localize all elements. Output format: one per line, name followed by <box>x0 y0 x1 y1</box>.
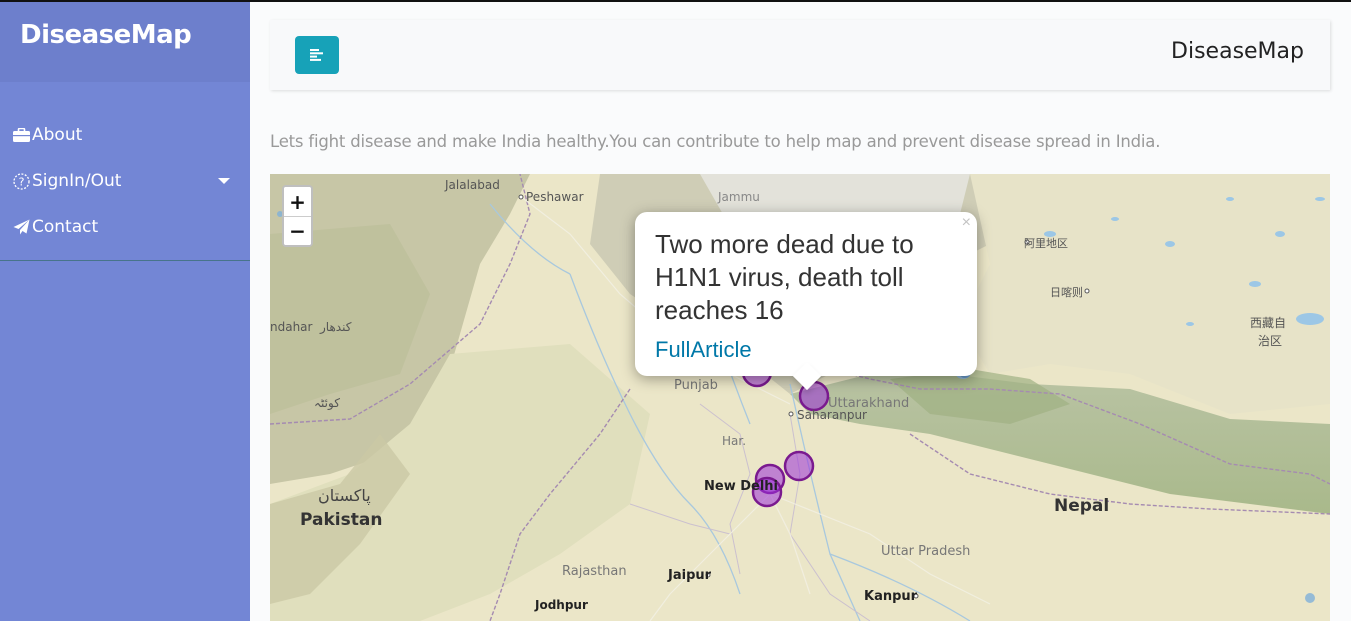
sidebar: DiseaseMap About ? SignIn/Out Contact <box>0 0 250 621</box>
top-navbar: DiseaseMap <box>270 20 1330 90</box>
map-label: Uttar Pradesh <box>881 544 971 559</box>
svg-text:?: ? <box>18 175 24 188</box>
map-label: 西藏自 <box>1250 316 1287 330</box>
map-label: پاکستان <box>318 486 371 505</box>
sidebar-item-contact[interactable]: Contact <box>0 204 250 250</box>
main-content: DiseaseMap Lets fight disease and make I… <box>250 0 1351 621</box>
sidebar-nav: About ? SignIn/Out Contact <box>0 82 250 250</box>
map-label: Punjab <box>674 378 718 393</box>
map-label: Saharanpur <box>797 408 867 422</box>
map-label: Rajasthan <box>562 564 627 579</box>
sidebar-item-label: Contact <box>32 217 99 237</box>
top-strip <box>0 0 1351 2</box>
map-label: Jalalabad <box>445 178 500 192</box>
map-label: Jammu <box>718 190 760 204</box>
sidebar-item-label: SignIn/Out <box>32 171 122 191</box>
map-label: 治区 <box>1258 334 1283 348</box>
sidebar-item-signin[interactable]: ? SignIn/Out <box>0 158 250 204</box>
brand-title: DiseaseMap <box>20 20 192 50</box>
zoom-in-button[interactable]: + <box>284 187 311 216</box>
question-circle-icon: ? <box>10 172 32 190</box>
caret-down-icon <box>218 178 230 184</box>
sidebar-toggle-button[interactable] <box>295 36 339 74</box>
map-label: 日喀则 <box>1050 286 1083 299</box>
disease-map[interactable]: + − Jalalabad Peshawar Jammu 阿里地区 日喀则 西藏… <box>270 174 1330 621</box>
map-label: کندهار <box>320 320 352 334</box>
map-popup: × Two more dead due to H1N1 virus, death… <box>635 212 977 391</box>
map-label: Nepal <box>1054 496 1110 516</box>
intro-text: Lets fight disease and make India health… <box>270 132 1161 151</box>
sidebar-item-about[interactable]: About <box>0 112 250 158</box>
map-label: Kanpur <box>864 589 918 604</box>
map-label: Jodhpur <box>535 598 588 612</box>
disease-marker[interactable] <box>783 450 815 482</box>
map-label: Peshawar <box>526 190 584 204</box>
popup-title: Two more dead due to H1N1 virus, death t… <box>655 229 914 325</box>
map-label: New Delhi <box>704 479 779 494</box>
align-left-icon <box>310 49 323 61</box>
sidebar-header: DiseaseMap <box>0 0 250 82</box>
paper-plane-icon <box>10 219 32 235</box>
map-label: ndahar <box>270 320 313 334</box>
briefcase-icon <box>10 128 32 142</box>
map-label: Pakistan <box>300 510 383 530</box>
navbar-title: DiseaseMap <box>1171 39 1304 64</box>
sidebar-divider <box>0 260 250 261</box>
map-label: Jaipur <box>668 568 712 583</box>
zoom-control: + − <box>282 185 313 247</box>
full-article-link[interactable]: FullArticle <box>655 337 752 363</box>
sidebar-item-label: About <box>32 125 83 145</box>
zoom-out-button[interactable]: − <box>284 216 311 245</box>
popup-close-button[interactable]: × <box>962 214 971 232</box>
map-label: 阿里地区 <box>1024 237 1068 250</box>
map-label: کوئٹہ <box>314 396 340 410</box>
map-label: Har. <box>722 434 747 448</box>
